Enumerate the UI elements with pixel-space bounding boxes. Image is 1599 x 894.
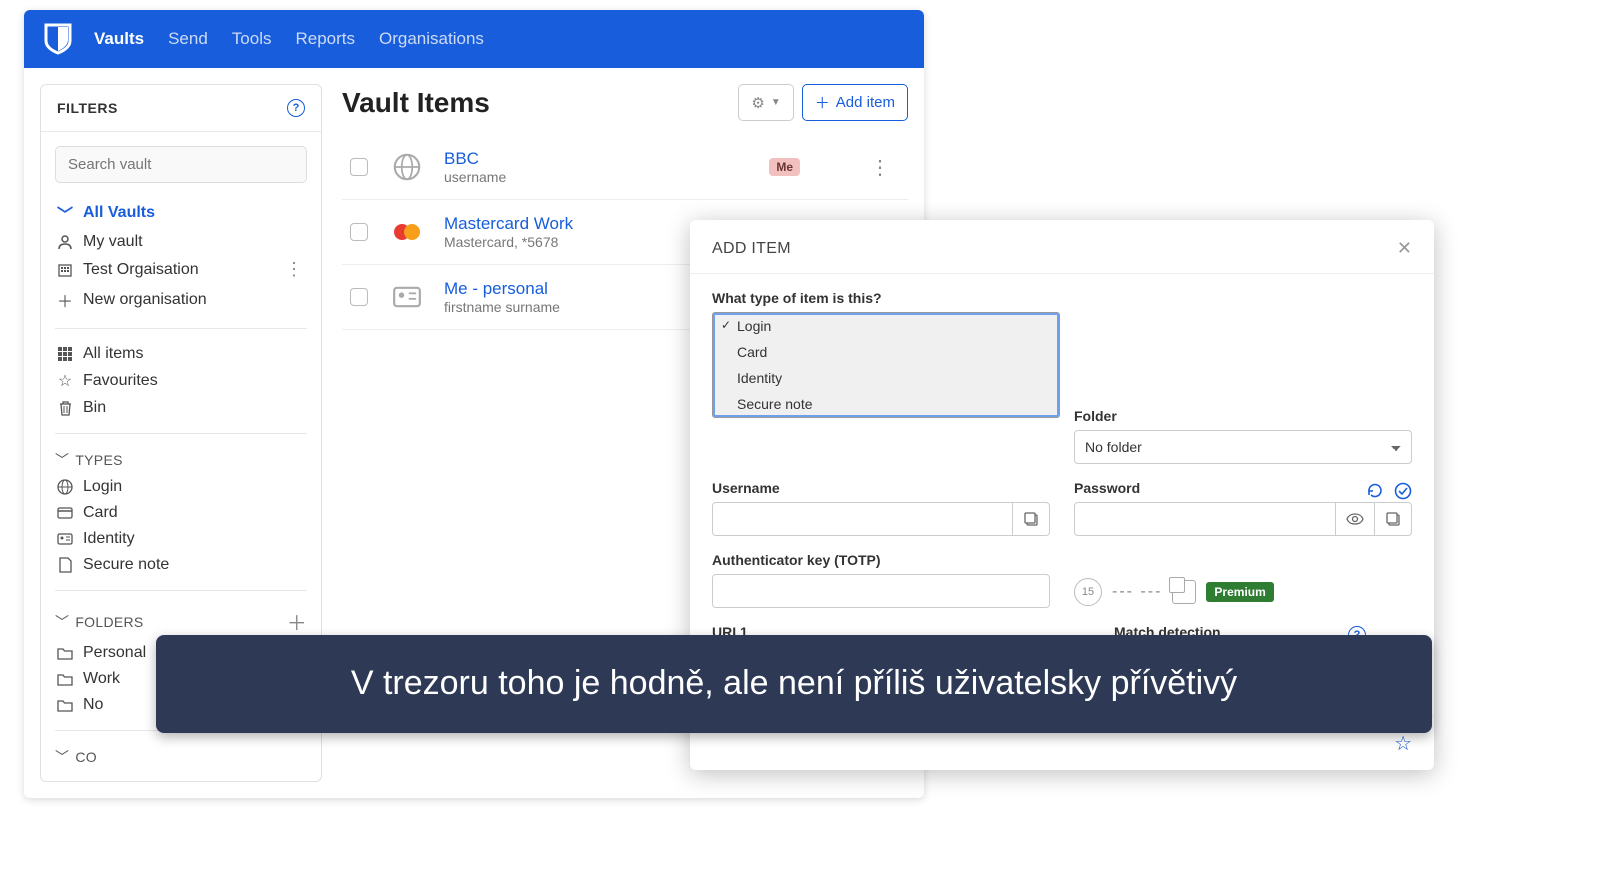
mastercard-icon bbox=[390, 217, 424, 247]
collections-header[interactable]: ﹀CO bbox=[55, 743, 307, 771]
folder-icon bbox=[55, 673, 75, 686]
check-icon[interactable] bbox=[1394, 482, 1412, 500]
folder-label: Folder bbox=[1074, 408, 1412, 424]
row-checkbox[interactable] bbox=[350, 288, 368, 306]
sidebar-test-org[interactable]: Test Orgaisation⋮ bbox=[55, 255, 307, 284]
type-option-card[interactable]: Card bbox=[713, 339, 1059, 365]
top-nav: Vaults Send Tools Reports Organisations bbox=[24, 10, 924, 68]
totp-timer: 15 bbox=[1074, 578, 1102, 606]
note-icon bbox=[55, 557, 75, 573]
app-logo bbox=[44, 23, 72, 55]
type-login[interactable]: Login bbox=[55, 474, 307, 500]
nav-organisations[interactable]: Organisations bbox=[379, 29, 484, 49]
folder-icon bbox=[55, 647, 75, 660]
person-icon bbox=[55, 234, 75, 250]
chevron-down-icon: ﹀ bbox=[55, 747, 69, 767]
type-card[interactable]: Card bbox=[55, 500, 307, 526]
types-header[interactable]: ﹀TYPES bbox=[55, 446, 307, 474]
chevron-down-icon: ﹀ bbox=[55, 201, 75, 225]
copy-totp-icon[interactable] bbox=[1172, 580, 1196, 604]
search-input[interactable] bbox=[55, 146, 307, 183]
filters-title: FILTERS bbox=[57, 100, 118, 116]
username-input[interactable] bbox=[712, 502, 1013, 536]
nav-reports[interactable]: Reports bbox=[295, 29, 355, 49]
copy-password-icon[interactable] bbox=[1375, 502, 1412, 536]
totp-label: Authenticator key (TOTP) bbox=[712, 552, 1050, 568]
row-checkbox[interactable] bbox=[350, 223, 368, 241]
add-folder-icon[interactable]: ＋ bbox=[287, 607, 307, 636]
sidebar-all-items[interactable]: All items bbox=[55, 341, 307, 367]
type-option-note[interactable]: Secure note bbox=[713, 391, 1059, 417]
add-item-button[interactable]: ＋Add item bbox=[802, 84, 908, 121]
plus-icon: ＋ bbox=[815, 92, 830, 113]
type-note[interactable]: Secure note bbox=[55, 552, 307, 578]
sidebar-favourites[interactable]: ☆Favourites bbox=[55, 367, 307, 395]
caret-down-icon: ▼ bbox=[771, 97, 781, 108]
chevron-down-icon: ﹀ bbox=[55, 450, 69, 470]
nav-tools[interactable]: Tools bbox=[232, 29, 272, 49]
id-icon bbox=[55, 533, 75, 545]
page-title: Vault Items bbox=[342, 87, 490, 119]
settings-dropdown[interactable]: ⚙▼ bbox=[738, 84, 793, 121]
username-label: Username bbox=[712, 480, 1050, 496]
item-subtitle: firstname surname bbox=[444, 299, 560, 315]
item-title[interactable]: BBC bbox=[444, 149, 506, 169]
type-option-identity[interactable]: Identity bbox=[713, 365, 1059, 391]
totp-input[interactable] bbox=[712, 574, 1050, 608]
sidebar-new-org[interactable]: ＋New organisation bbox=[55, 284, 307, 316]
copy-username-icon[interactable] bbox=[1013, 502, 1050, 536]
modal-title: ADD ITEM bbox=[712, 240, 791, 258]
row-checkbox[interactable] bbox=[350, 158, 368, 176]
building-icon bbox=[55, 262, 75, 278]
toggle-visibility-icon[interactable] bbox=[1336, 502, 1375, 536]
type-label: What type of item is this? bbox=[712, 290, 1412, 306]
gear-icon: ⚙ bbox=[751, 94, 764, 112]
id-icon bbox=[390, 282, 424, 312]
nav-send[interactable]: Send bbox=[168, 29, 208, 49]
plus-icon: ＋ bbox=[55, 288, 75, 312]
sidebar-all-vaults[interactable]: ﹀All Vaults bbox=[55, 197, 307, 229]
item-title[interactable]: Me - personal bbox=[444, 279, 560, 299]
password-input[interactable] bbox=[1074, 502, 1336, 536]
item-subtitle: username bbox=[444, 169, 506, 185]
type-option-login[interactable]: Login bbox=[713, 313, 1059, 339]
type-dropdown-menu: Login Card Identity Secure note bbox=[712, 312, 1060, 418]
card-icon bbox=[55, 507, 75, 519]
star-icon: ☆ bbox=[55, 371, 75, 391]
password-label: Password bbox=[1074, 480, 1140, 496]
globe-icon bbox=[390, 152, 424, 182]
help-icon[interactable]: ? bbox=[287, 99, 305, 117]
premium-badge: Premium bbox=[1206, 582, 1273, 602]
org-more-icon[interactable]: ⋮ bbox=[281, 259, 307, 280]
nav-vaults[interactable]: Vaults bbox=[94, 29, 144, 49]
vault-item-row[interactable]: BBCusername Me ⋮ bbox=[342, 135, 908, 200]
generate-icon[interactable] bbox=[1366, 482, 1384, 500]
folder-icon bbox=[55, 699, 75, 712]
sidebar-bin[interactable]: Bin bbox=[55, 395, 307, 421]
totp-code: --- --- bbox=[1112, 583, 1162, 601]
row-menu-icon[interactable]: ⋮ bbox=[860, 155, 900, 180]
grid-icon bbox=[55, 346, 75, 362]
close-icon[interactable]: ✕ bbox=[1397, 238, 1412, 259]
globe-icon bbox=[55, 479, 75, 495]
chevron-down-icon: ﹀ bbox=[55, 612, 69, 632]
favourite-star-icon[interactable]: ☆ bbox=[1394, 731, 1412, 756]
sidebar-my-vault[interactable]: My vault bbox=[55, 229, 307, 255]
owner-badge: Me bbox=[769, 158, 800, 176]
type-identity[interactable]: Identity bbox=[55, 526, 307, 552]
caption-overlay: V trezoru toho je hodně, ale není příliš… bbox=[156, 635, 1432, 733]
folder-select[interactable]: No folder bbox=[1074, 430, 1412, 464]
item-title[interactable]: Mastercard Work bbox=[444, 214, 573, 234]
item-subtitle: Mastercard, *5678 bbox=[444, 234, 573, 250]
trash-icon bbox=[55, 400, 75, 416]
